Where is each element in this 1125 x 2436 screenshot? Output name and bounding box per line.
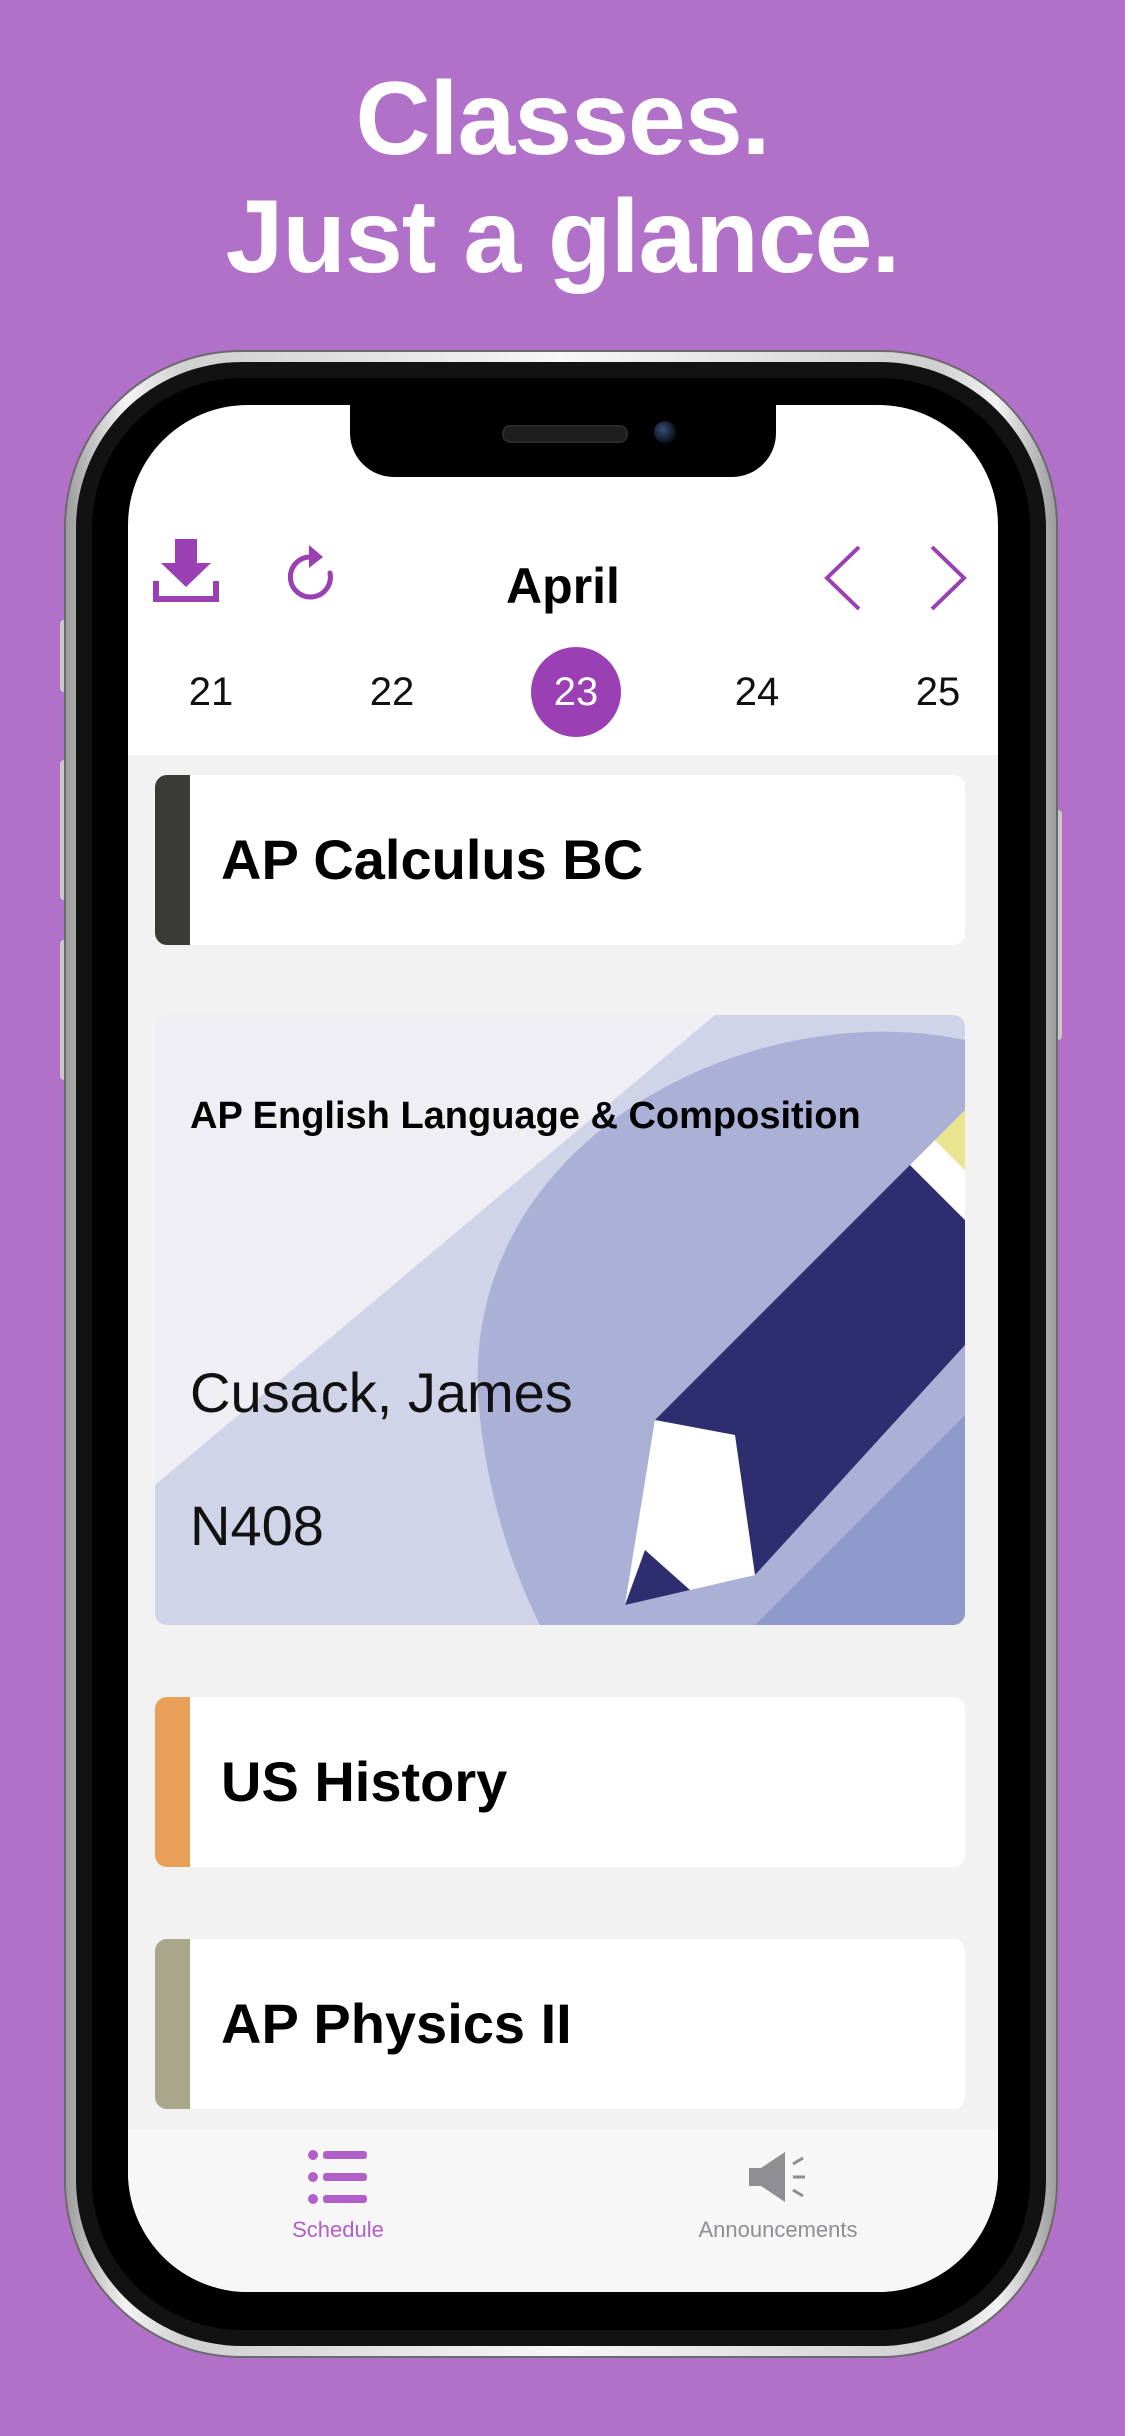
headline: Classes. Just a glance.	[0, 60, 1125, 296]
class-color-bar	[155, 1697, 190, 1867]
tab-announcements-label: Announcements	[698, 2217, 858, 2242]
list-icon	[308, 2150, 367, 2204]
class-title: AP Calculus BC	[221, 828, 644, 891]
class-color-bar	[155, 1939, 190, 2109]
tab-schedule[interactable]: Schedule	[278, 2148, 398, 2243]
front-camera	[654, 421, 676, 443]
day-23-selected[interactable]: 23	[531, 647, 621, 737]
featured-class-title: AP English Language & Composition	[190, 1095, 861, 1137]
class-title: US History	[221, 1750, 508, 1813]
day-22[interactable]: 22	[347, 647, 437, 737]
day-24[interactable]: 24	[712, 647, 802, 737]
class-card[interactable]: AP Calculus BC	[155, 775, 965, 945]
tab-announcements[interactable]: Announcements	[678, 2148, 878, 2243]
class-title: AP Physics II	[221, 1992, 572, 2055]
chevron-right-icon[interactable]	[928, 545, 968, 611]
teacher-name: Cusack, James	[190, 1361, 573, 1424]
day-25[interactable]: 25	[893, 647, 983, 737]
app-header: April	[128, 515, 998, 655]
chevron-left-icon[interactable]	[823, 545, 863, 611]
date-strip: 21 22 23 24 25	[128, 637, 998, 755]
class-card[interactable]: US History	[155, 1697, 965, 1867]
headline-line-2: Just a glance.	[225, 179, 901, 295]
class-color-bar	[155, 775, 190, 945]
room-number: N408	[190, 1494, 324, 1557]
featured-class-card[interactable]: AP English Language & Composition Cusack…	[155, 1015, 965, 1625]
tab-schedule-label: Schedule	[292, 2217, 384, 2242]
phone-screen: April 21 22 23 24 25 AP Calculus BC AP E…	[128, 405, 998, 2292]
notch	[350, 405, 776, 477]
month-title: April	[506, 558, 620, 614]
headline-line-1: Classes.	[355, 61, 770, 177]
tab-bar: Schedule Announcements	[128, 2130, 998, 2292]
earpiece-speaker	[502, 425, 628, 443]
megaphone-icon	[749, 2152, 805, 2202]
class-list: AP Calculus BC AP English Language & Com…	[128, 755, 998, 2130]
class-card[interactable]: AP Physics II	[155, 1939, 965, 2109]
day-21[interactable]: 21	[166, 647, 256, 737]
